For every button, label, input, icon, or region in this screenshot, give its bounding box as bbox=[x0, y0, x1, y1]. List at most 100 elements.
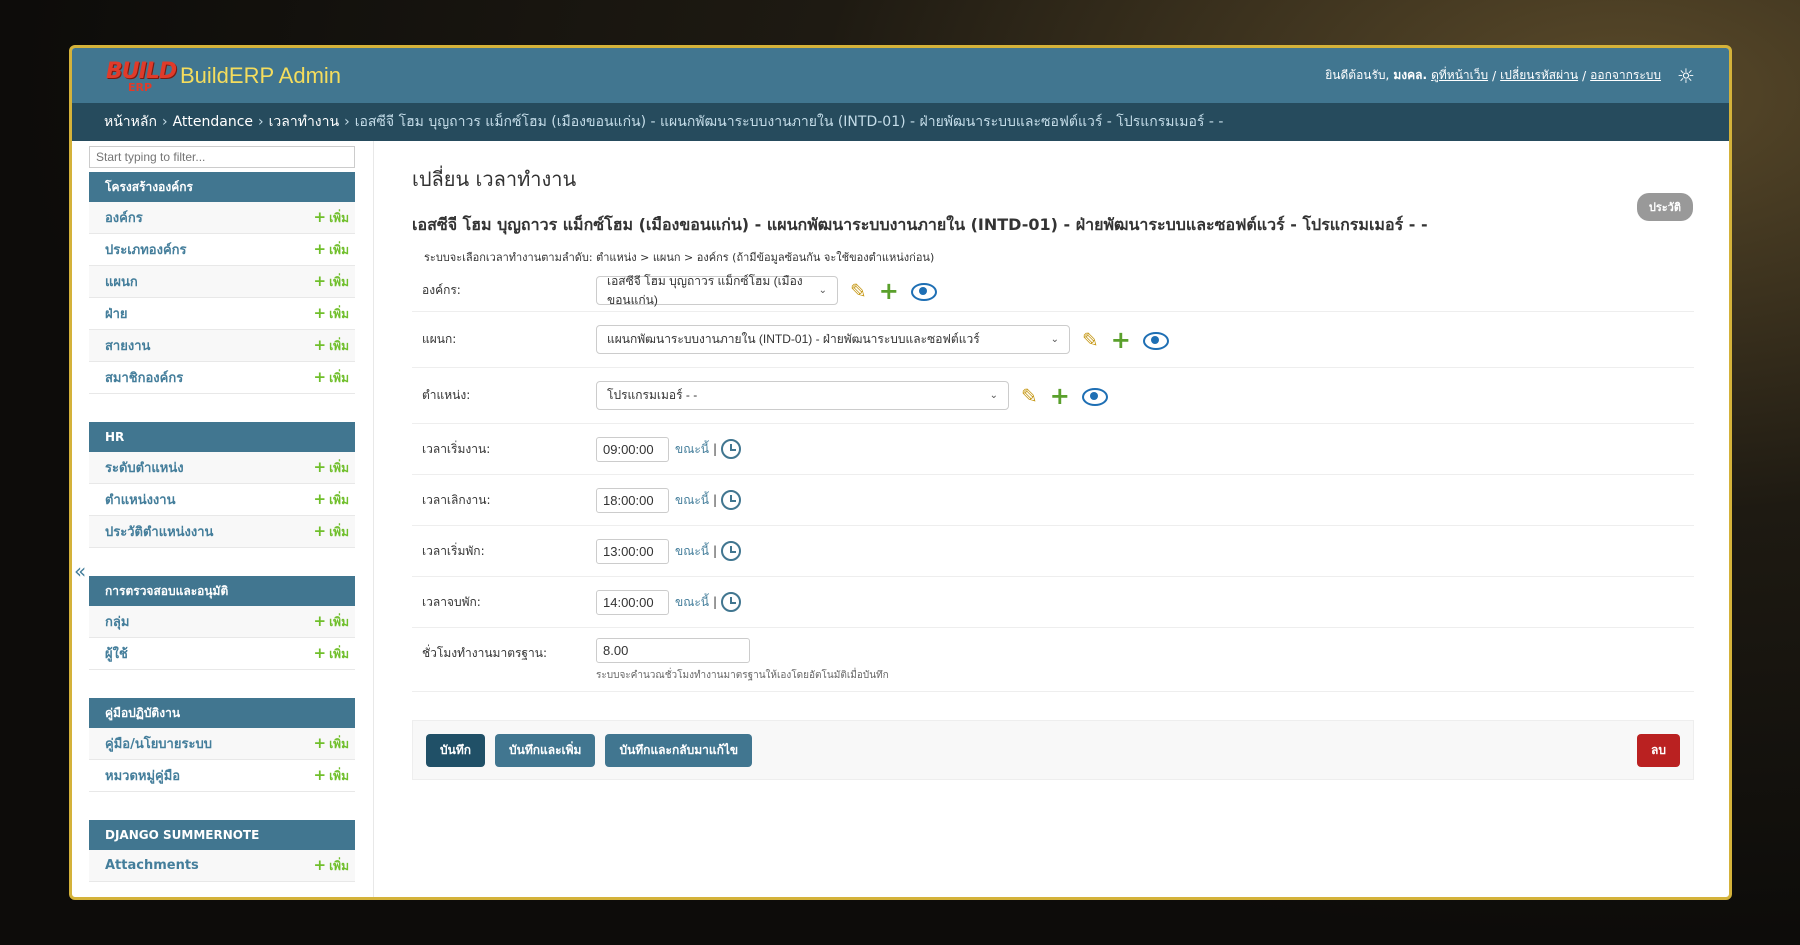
time-input[interactable]: 14:00:00 bbox=[596, 589, 669, 615]
add-label: เพิ่ม bbox=[329, 524, 349, 539]
logout-link[interactable]: ออกจากระบบ bbox=[1590, 66, 1661, 85]
sidebar-item: ผู้ใช้ + เพิ่ม bbox=[89, 638, 355, 670]
eye-icon[interactable] bbox=[1142, 331, 1169, 350]
module-caption[interactable]: การตรวจสอบและอนุมัติ bbox=[89, 576, 355, 606]
breadcrumb-separator: › bbox=[344, 114, 350, 130]
eye-icon[interactable] bbox=[910, 282, 937, 301]
module-caption[interactable]: คู่มือปฏิบัติงาน bbox=[89, 698, 355, 728]
module-caption[interactable]: HR bbox=[89, 422, 355, 452]
sidebar-collapse-toggle[interactable]: « bbox=[74, 559, 86, 583]
breadcrumb-app[interactable]: Attendance bbox=[173, 114, 253, 130]
clock-icon[interactable] bbox=[721, 439, 742, 459]
plus-icon: + bbox=[313, 733, 327, 752]
time-input[interactable]: 09:00:00 bbox=[596, 436, 669, 462]
theme-toggle-icon[interactable]: ☼ bbox=[1675, 64, 1697, 88]
help-text: ระบบจะคำนวณชั่วโมงทำงานมาตรฐานให้เองโดยอ… bbox=[596, 670, 889, 681]
breadcrumb-model[interactable]: เวลาทำงาน bbox=[269, 111, 339, 133]
sidebar-item: กลุ่ม + เพิ่ม bbox=[89, 606, 355, 638]
clock-icon[interactable] bbox=[721, 592, 742, 612]
change-password-link[interactable]: เปลี่ยนรหัสผ่าน bbox=[1500, 66, 1578, 85]
sidebar-item-link[interactable]: แผนก bbox=[105, 271, 314, 292]
separator: | bbox=[712, 442, 718, 456]
plus-icon: + bbox=[313, 765, 327, 784]
sidebar-item-link[interactable]: ประวัติตำแหน่งงาน bbox=[105, 521, 314, 542]
site-brand[interactable]: BuildERP Admin bbox=[180, 63, 341, 89]
username: มงคล. bbox=[1393, 68, 1428, 82]
sidebar-item-link[interactable]: ฝ่าย bbox=[105, 303, 314, 324]
pencil-icon[interactable]: ✎ bbox=[1021, 384, 1038, 408]
sidebar-item-link[interactable]: หมวดหมู่คู่มือ bbox=[105, 765, 314, 786]
save-and-add-button[interactable]: บันทึกและเพิ่ม bbox=[495, 733, 596, 767]
field-row-time: เวลาเริ่มพัก: 13:00:00 ขณะนี้ | bbox=[412, 526, 1694, 577]
plus-icon[interactable]: + bbox=[879, 279, 899, 303]
standard-hours-input[interactable]: 8.00 bbox=[596, 638, 750, 663]
organization-select[interactable]: เอสซีจี โฮม บุญถาวร แม็กซ์โฮม (เมืองขอนแ… bbox=[596, 274, 838, 307]
history-button[interactable]: ประวัติ bbox=[1636, 193, 1693, 221]
view-site-link[interactable]: ดูที่หน้าเว็บ bbox=[1431, 66, 1488, 85]
plus-icon[interactable]: + bbox=[1111, 328, 1131, 352]
time-input[interactable]: 13:00:00 bbox=[596, 538, 669, 564]
add-link[interactable]: + เพิ่ม bbox=[314, 490, 350, 510]
now-link[interactable]: ขณะนี้ bbox=[675, 593, 709, 612]
pencil-icon[interactable]: ✎ bbox=[1082, 328, 1099, 352]
field-label: เวลาเลิกงาน: bbox=[422, 492, 491, 507]
pencil-icon[interactable]: ✎ bbox=[850, 279, 867, 303]
nav-filter-input[interactable] bbox=[89, 146, 355, 168]
browser-frame: BUILD ERP BuildERP Admin ยินดีต้อนรับ, ม… bbox=[69, 45, 1732, 900]
separator: | bbox=[712, 595, 718, 609]
eye-icon[interactable] bbox=[1081, 387, 1108, 406]
sidebar-item-link[interactable]: กลุ่ม bbox=[105, 611, 314, 632]
sidebar-item-link[interactable]: คู่มือ/นโยบายระบบ bbox=[105, 733, 314, 754]
module-caption[interactable]: DJANGO SUMMERNOTE bbox=[89, 820, 355, 850]
plus-icon[interactable]: + bbox=[1050, 384, 1070, 408]
sidebar-item-link[interactable]: สมาชิกองค์กร bbox=[105, 367, 314, 388]
add-link[interactable]: + เพิ่ม bbox=[314, 458, 350, 478]
field-label: เวลาเริ่มพัก: bbox=[422, 543, 485, 558]
add-link[interactable]: + เพิ่ม bbox=[314, 208, 350, 228]
clock-icon[interactable] bbox=[721, 541, 742, 561]
plus-icon: + bbox=[313, 271, 327, 290]
add-link[interactable]: + เพิ่ม bbox=[314, 272, 350, 292]
add-link[interactable]: + เพิ่ม bbox=[314, 336, 350, 356]
plus-icon: + bbox=[313, 239, 327, 258]
sidebar: โครงสร้างองค์กรองค์กร+เพิ่มประเภทองค์กร+… bbox=[89, 141, 374, 897]
add-link[interactable]: + เพิ่ม bbox=[314, 766, 350, 786]
add-link[interactable]: + เพิ่ม bbox=[314, 304, 350, 324]
now-link[interactable]: ขณะนี้ bbox=[675, 542, 709, 561]
add-link[interactable]: + เพิ่ม bbox=[314, 368, 350, 388]
time-input[interactable]: 18:00:00 bbox=[596, 487, 669, 513]
delete-button[interactable]: ลบ bbox=[1637, 733, 1680, 767]
module-caption[interactable]: โครงสร้างองค์กร bbox=[89, 172, 355, 202]
save-button[interactable]: บันทึก bbox=[426, 733, 485, 767]
sidebar-item-link[interactable]: องค์กร bbox=[105, 207, 314, 228]
position-select[interactable]: โปรแกรมเมอร์ - - ⌄ bbox=[596, 381, 1009, 410]
save-and-continue-button[interactable]: บันทึกและกลับมาแก้ไข bbox=[605, 733, 753, 767]
add-label: เพิ่ม bbox=[329, 858, 349, 873]
sidebar-item-link[interactable]: ผู้ใช้ bbox=[105, 643, 314, 664]
logo[interactable]: BUILD ERP BuildERP Admin bbox=[106, 59, 341, 94]
sidebar-item-link[interactable]: Attachments bbox=[105, 858, 314, 873]
add-link[interactable]: + เพิ่ม bbox=[314, 734, 350, 754]
sidebar-item: ฝ่าย + เพิ่ม bbox=[89, 298, 355, 330]
sidebar-item-link[interactable]: ประเภทองค์กร bbox=[105, 239, 314, 260]
sidebar-item-link[interactable]: สายงาน bbox=[105, 335, 314, 356]
now-link[interactable]: ขณะนี้ bbox=[675, 440, 709, 459]
add-link[interactable]: + เพิ่ม bbox=[314, 522, 350, 542]
field-row-standard-hours: ชั่วโมงทำงานมาตรฐาน: 8.00 ระบบจะคำนวณชั่… bbox=[412, 628, 1694, 692]
sidebar-module: HR ระดับตำแหน่ง + เพิ่ม ตำแหน่งงาน + เพิ่ม ประว… bbox=[89, 422, 355, 548]
chevron-down-icon: ⌄ bbox=[1050, 334, 1059, 345]
plus-icon: + bbox=[313, 855, 327, 874]
field-label: องค์กร: bbox=[422, 283, 461, 297]
add-label: เพิ่ม bbox=[329, 768, 349, 783]
now-link[interactable]: ขณะนี้ bbox=[675, 491, 709, 510]
department-select[interactable]: แผนกพัฒนาระบบงานภายใน (INTD-01) - ฝ่ายพั… bbox=[596, 325, 1070, 354]
clock-icon[interactable] bbox=[721, 490, 742, 510]
sidebar-item-link[interactable]: ตำแหน่งงาน bbox=[105, 489, 314, 510]
add-link[interactable]: + เพิ่ม bbox=[314, 644, 350, 664]
add-link[interactable]: + เพิ่ม bbox=[314, 240, 350, 260]
sidebar-item-link[interactable]: ระดับตำแหน่ง bbox=[105, 457, 314, 478]
field-row-time: เวลาเลิกงาน: 18:00:00 ขณะนี้ | bbox=[412, 475, 1694, 526]
add-link[interactable]: + เพิ่ม bbox=[314, 612, 350, 632]
breadcrumb-home[interactable]: หน้าหลัก bbox=[104, 111, 157, 133]
add-link[interactable]: + เพิ่ม bbox=[314, 856, 350, 876]
